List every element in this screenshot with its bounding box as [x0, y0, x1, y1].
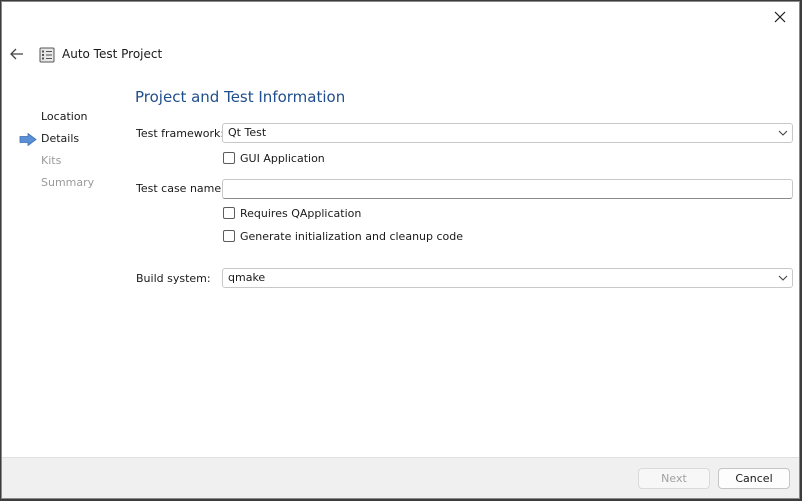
wizard-window: Auto Test Project Location Details Kits …: [1, 1, 800, 499]
requires-qapplication-checkbox[interactable]: Requires QApplication: [223, 205, 361, 221]
gui-application-label: GUI Application: [240, 151, 325, 165]
test-framework-label: Test framework:: [136, 127, 225, 140]
page-title: Project and Test Information: [135, 88, 346, 106]
checkbox-box[interactable]: [223, 230, 235, 242]
generate-init-cleanup-checkbox[interactable]: Generate initialization and cleanup code: [223, 228, 463, 244]
step-arrow-icon: [19, 133, 37, 146]
step-kits: Kits: [2, 150, 122, 172]
back-arrow-icon: [10, 48, 23, 60]
step-label: Details: [41, 132, 80, 145]
back-button[interactable]: [8, 45, 26, 63]
checklist-icon: [39, 47, 55, 63]
chevron-down-icon: [778, 275, 788, 281]
gui-application-checkbox[interactable]: GUI Application: [223, 150, 325, 166]
next-button[interactable]: Next: [638, 468, 710, 489]
build-system-combo[interactable]: qmake: [222, 268, 793, 288]
step-location: Location: [2, 106, 122, 128]
test-framework-value: Qt Test: [228, 126, 267, 139]
checkbox-box[interactable]: [223, 152, 235, 164]
step-summary: Summary: [2, 172, 122, 194]
test-case-name-label: Test case name:: [136, 182, 225, 195]
button-bar: Next Cancel: [2, 457, 799, 498]
test-case-name-input[interactable]: [222, 179, 793, 199]
step-label: Location: [41, 110, 88, 123]
test-framework-combo[interactable]: Qt Test: [222, 123, 793, 143]
wizard-header: Auto Test Project: [2, 42, 799, 68]
close-button[interactable]: [769, 6, 791, 28]
requires-qapplication-label: Requires QApplication: [240, 206, 362, 220]
build-system-label: Build system:: [136, 272, 211, 285]
build-system-value: qmake: [228, 271, 266, 284]
chevron-down-icon: [778, 130, 788, 136]
step-details: Details: [2, 128, 122, 150]
step-label: Kits: [41, 154, 62, 167]
checkbox-box[interactable]: [223, 207, 235, 219]
generate-init-cleanup-label: Generate initialization and cleanup code: [240, 229, 464, 243]
step-label: Summary: [41, 176, 95, 189]
cancel-button[interactable]: Cancel: [718, 468, 790, 489]
window-title: Auto Test Project: [62, 47, 163, 61]
close-icon: [774, 11, 786, 23]
wizard-steps: Location Details Kits Summary: [2, 106, 122, 194]
